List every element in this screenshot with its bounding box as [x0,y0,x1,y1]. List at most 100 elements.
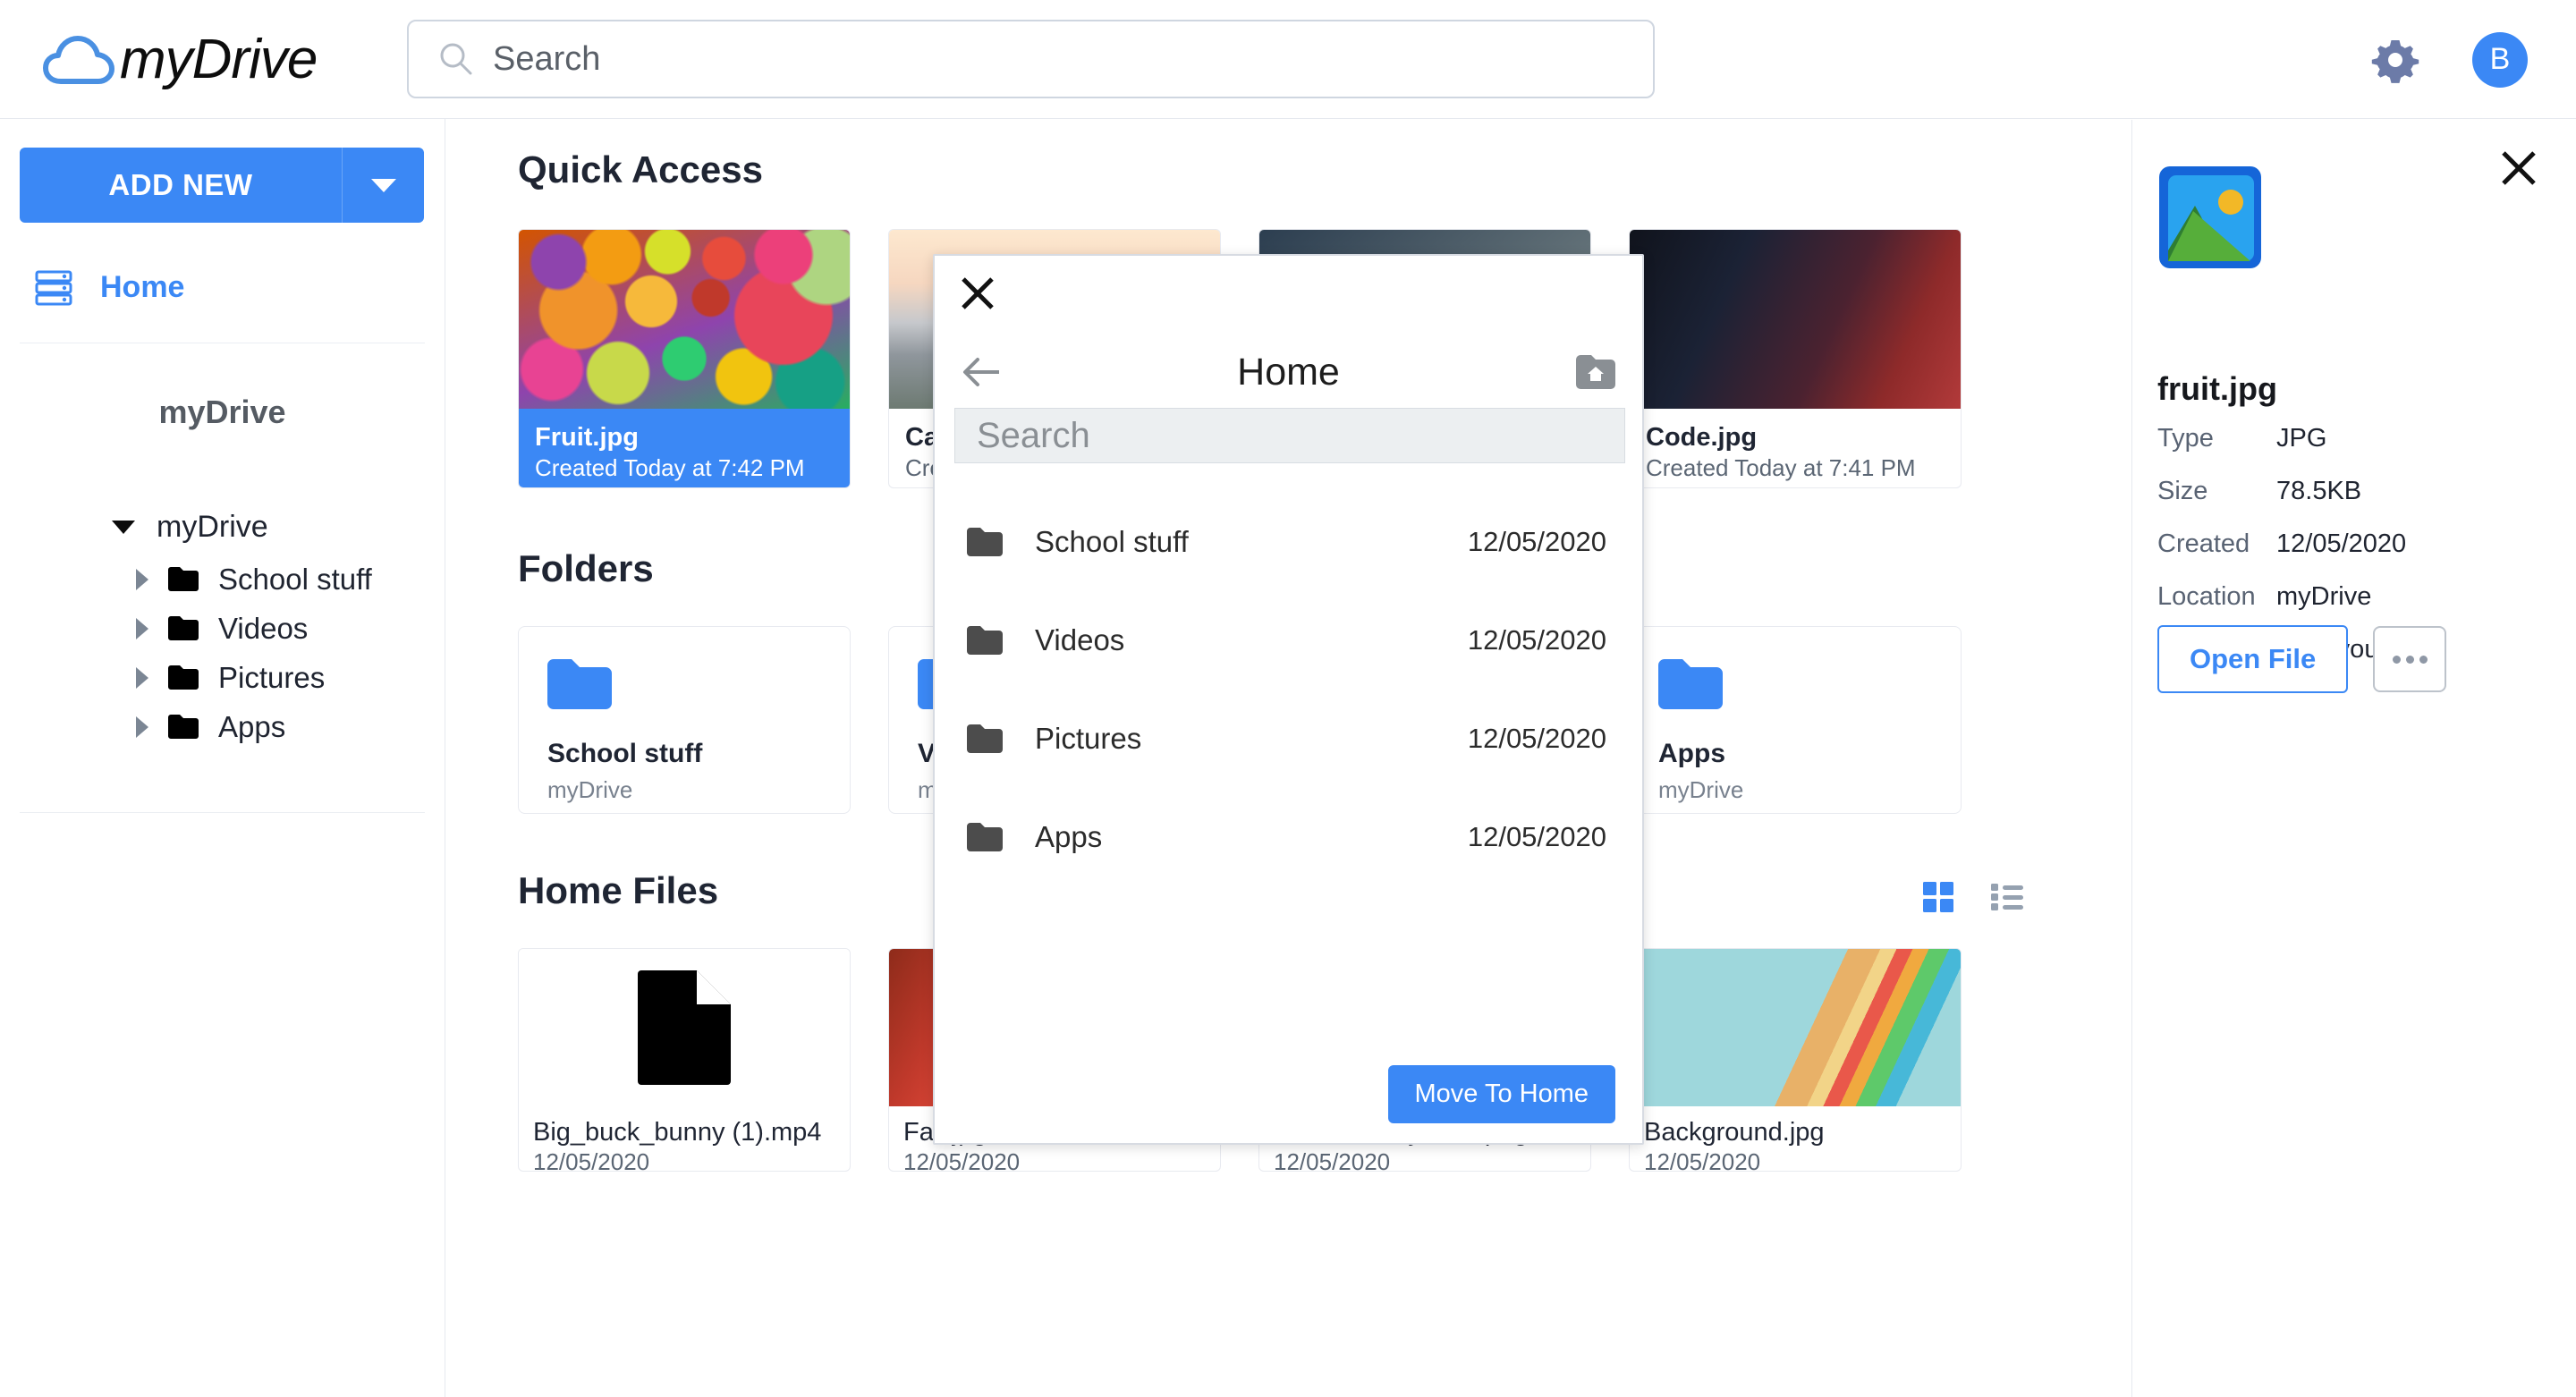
tree-item-label: Apps [218,709,286,743]
file-name: Background.jpg [1644,1118,1825,1147]
file-name: Code.jpg [1646,423,1758,452]
folder-icon [168,567,199,591]
tree-item-videos[interactable]: Videos [0,604,445,653]
brand-logo[interactable]: myDrive [43,28,318,91]
modal-row-videos[interactable]: Videos 12/05/2020 [935,591,1642,690]
folder-icon [967,724,1003,753]
cloud-icon [43,36,114,84]
drive-stack-icon [35,270,72,306]
detail-row-created: Created 12/05/2020 [2157,529,2533,559]
add-new-dropdown-button[interactable] [342,148,424,223]
detail-filename: fruit.jpg [2157,370,2277,407]
caption: Background.jpg 12/05/2020 [1630,1106,1961,1172]
header-actions: B [2370,0,2528,119]
triangle-right-icon[interactable] [136,568,148,590]
modal-row-school-stuff[interactable]: School stuff 12/05/2020 [935,493,1642,591]
more-options-button[interactable] [2373,626,2447,692]
close-icon[interactable] [960,275,996,311]
folder-icon [547,659,612,709]
file-name: Big_buck_bunny (1).mp4 [533,1118,822,1147]
close-icon[interactable] [2499,148,2538,188]
chevron-down-icon [370,178,396,192]
modal-row-pictures[interactable]: Pictures 12/05/2020 [935,690,1642,788]
caption: Big_buck_bunny (1).mp4 12/05/2020 [519,1106,850,1172]
file-name: Fruit.jpg [535,423,639,452]
detail-label: Type [2157,424,2214,453]
view-toggle-group [1923,882,2023,912]
avatar[interactable]: B [2472,31,2528,88]
detail-label: Created [2157,529,2250,558]
quick-access-card-fruit[interactable]: Fruit.jpg Created Today at 7:42 PM [518,229,851,488]
detail-row-type: Type JPG [2157,424,2533,453]
file-card-background[interactable]: Background.jpg 12/05/2020 [1629,948,1962,1172]
triangle-right-icon[interactable] [136,617,148,639]
triangle-right-icon[interactable] [136,715,148,738]
detail-value: 78.5KB [2276,477,2362,505]
modal-row-date: 12/05/2020 [1467,526,1606,557]
folder-icon [967,626,1003,655]
tree-item-label: School stuff [218,562,372,596]
folder-icon [168,665,199,690]
add-new-group: ADD NEW [20,148,424,223]
sidebar-item-home[interactable]: Home [34,267,445,307]
thumbnail [519,230,850,409]
open-file-button[interactable]: Open File [2157,625,2349,693]
add-new-button[interactable]: ADD NEW [20,148,342,223]
folder-card-school-stuff[interactable]: School stuff myDrive [518,626,851,814]
detail-value: 12/05/2020 [2276,529,2407,558]
thumbnail [1630,949,1961,1106]
file-glyph-icon [638,970,731,1085]
detail-row-location: Location myDrive [2157,582,2533,612]
sidebar-drive-title: myDrive [158,394,286,430]
move-to-home-button[interactable]: Move To Home [1387,1065,1615,1123]
modal-row-date: 12/05/2020 [1467,821,1606,852]
file-date: Created Today at 7:42 PM [535,454,805,482]
gear-icon[interactable] [2370,35,2420,85]
home-folder-icon[interactable] [1576,355,1615,389]
folder-card-apps[interactable]: Apps myDrive [1629,626,1962,814]
tree-item-label: Pictures [218,660,326,694]
folder-location: myDrive [547,776,633,803]
triangle-right-icon[interactable] [136,666,148,689]
home-files-title: Home Files [518,869,719,911]
folder-icon [168,715,199,739]
detail-value: JPG [2276,424,2327,453]
triangle-down-icon[interactable] [112,520,135,534]
folder-icon [1658,659,1723,709]
sidebar: ADD NEW Home myDrive myDrive School stuf… [0,119,445,1397]
caption: Fruit.jpg Created Today at 7:42 PM [519,409,850,487]
modal-row-name: Videos [1035,623,1125,656]
tree-item-pictures[interactable]: Pictures [0,653,445,702]
global-search-bar[interactable]: Search [407,20,1655,98]
detail-value: myDrive [2276,582,2372,611]
modal-row-name: Pictures [1035,722,1142,755]
move-file-modal: Home Search School stuff 12/05/2020 Vide… [933,254,1644,1145]
file-date: 12/05/2020 [533,1147,650,1172]
search-icon [440,43,472,75]
file-date: 12/05/2020 [1644,1147,1761,1172]
brand-name: myDrive [120,28,318,90]
detail-label: Size [2157,477,2208,505]
modal-search-input[interactable]: Search [954,408,1625,463]
modal-row-name: Apps [1035,820,1103,853]
grid-view-icon[interactable] [1923,882,1953,912]
tree-item-school-stuff[interactable]: School stuff [0,555,445,604]
quick-access-title: Quick Access [518,148,763,190]
tree-root-mydrive[interactable]: myDrive [0,499,445,555]
file-date: Created Today at 7:41 PM [1646,454,1916,482]
thumbnail [519,949,850,1106]
modal-footer: Move To Home [1387,1065,1615,1123]
search-input[interactable]: Search [493,40,600,79]
tree-item-apps[interactable]: Apps [0,702,445,751]
modal-row-apps[interactable]: Apps 12/05/2020 [935,788,1642,886]
modal-folder-list: School stuff 12/05/2020 Videos 12/05/202… [935,493,1642,886]
list-view-icon[interactable] [1991,884,2023,910]
tree-root-label: myDrive [157,509,268,544]
file-date: 12/05/2020 [1274,1147,1391,1172]
quick-access-card-code[interactable]: Code.jpg Created Today at 7:41 PM [1629,229,1962,488]
folder-icon [967,823,1003,851]
modal-row-name: School stuff [1035,525,1189,558]
file-card-big-buck-bunny[interactable]: Big_buck_bunny (1).mp4 12/05/2020 [518,948,851,1172]
detail-actions: Open File [2157,625,2447,693]
modal-row-date: 12/05/2020 [1467,723,1606,754]
